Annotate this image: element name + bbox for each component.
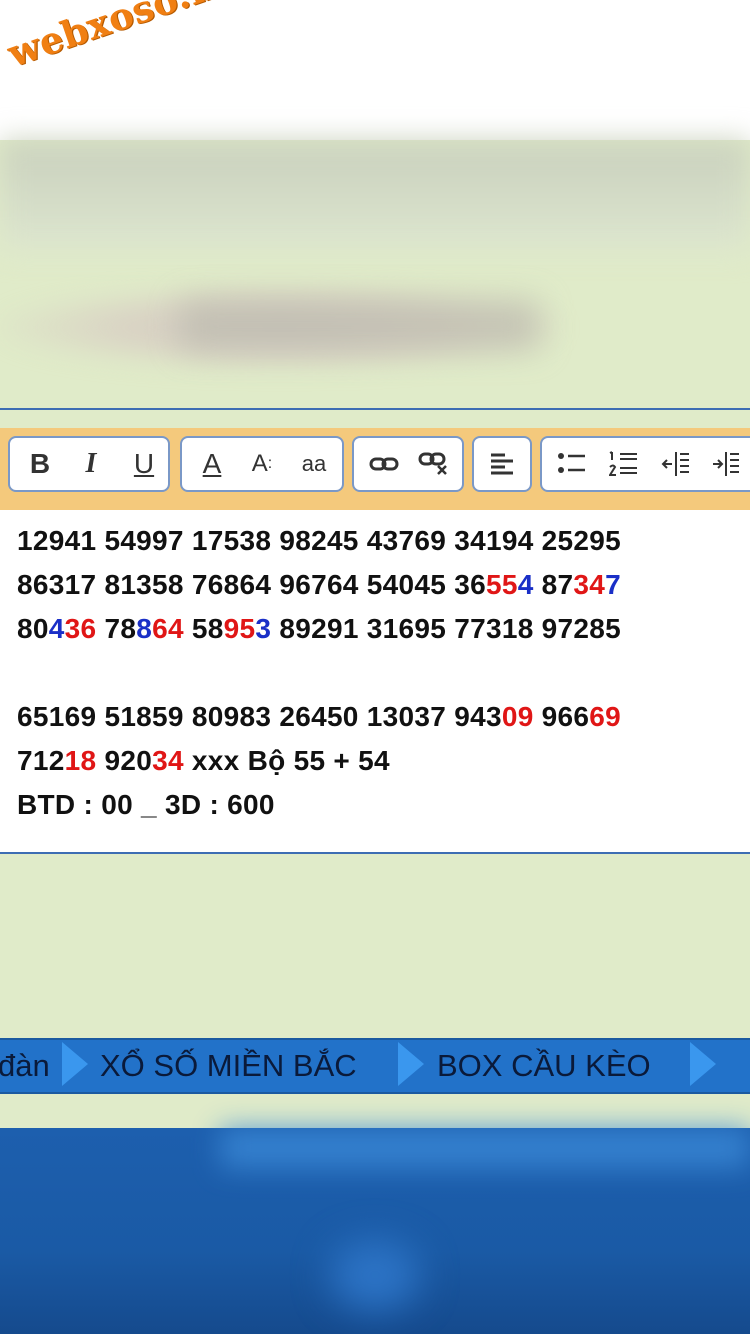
editor-text-segment: 95: [223, 613, 256, 644]
bulleted-list-icon: [558, 453, 585, 473]
indent-button[interactable]: [706, 438, 746, 490]
indent-icon: [713, 452, 739, 476]
nav-arrow-icon: [62, 1042, 88, 1086]
editor-line: 71218 92034 xxx Bộ 55 + 54: [17, 745, 390, 777]
editor-text-segment: 64: [152, 613, 184, 644]
editor-text-segment: 09: [501, 701, 534, 732]
align-left-icon: [491, 453, 513, 475]
editor-line: 65169 51859 80983 26450 13037 94309 9666…: [17, 701, 621, 733]
outdent-button[interactable]: [656, 438, 696, 490]
editor-text-segment: 78: [96, 613, 137, 644]
editor-text-segment: 89291 31695 77318 97285: [271, 613, 622, 644]
editor-text-segment: 8: [136, 613, 153, 644]
link-icon: [369, 457, 399, 471]
editor-line: 12941 54997 17538 98245 43769 34194 2529…: [17, 525, 621, 557]
nav-item-xo-so-mien-bac[interactable]: XỔ SỐ MIỀN BẮC: [100, 1048, 357, 1084]
blurred-user-info-detail: [180, 300, 540, 350]
nav-item-box-cau-keo[interactable]: BOX CẦU KÈO: [437, 1048, 651, 1084]
font-size-button[interactable]: A:: [244, 438, 280, 490]
nav-item-partial[interactable]: đàn: [0, 1048, 50, 1084]
editor-text-segment: 4: [48, 613, 65, 644]
font-group: A A: aa: [180, 436, 344, 492]
editor-text-segment: 920: [96, 745, 153, 776]
list-group: [540, 436, 750, 492]
editor-text-segment: 4: [517, 569, 534, 600]
align-group: [472, 436, 532, 492]
editor-text-segment: 966: [533, 701, 590, 732]
blurred-footer-glow: [330, 1240, 420, 1310]
blurred-footer-highlight: [220, 1128, 750, 1168]
outdent-icon: [661, 452, 689, 476]
link-button[interactable]: [364, 438, 404, 490]
font-face-button[interactable]: aa: [294, 438, 334, 490]
editor-text-segment: 34: [152, 745, 184, 776]
editor-text-segment: xxx Bộ 55 + 54: [183, 745, 390, 776]
blurred-title-bar: [0, 140, 750, 250]
editor-text-segment: 712: [17, 745, 65, 776]
editor-border: [0, 408, 750, 410]
bulleted-list-button[interactable]: [552, 438, 592, 490]
unlink-button[interactable]: [414, 438, 454, 490]
link-group: [352, 436, 464, 492]
unlink-icon: [418, 452, 447, 475]
bold-button[interactable]: B: [22, 438, 58, 490]
format-group: B I U: [8, 436, 170, 492]
forum-nav-bar: đàn XỔ SỐ MIỀN BẮC BOX CẦU KÈO: [0, 1038, 750, 1094]
editor-text-segment: 69: [589, 701, 622, 732]
editor-text-segment: 80: [17, 613, 49, 644]
numbered-list-icon: [609, 451, 637, 476]
nav-arrow-icon: [690, 1042, 716, 1086]
font-color-button[interactable]: A: [194, 438, 230, 490]
editor-text-segment: BTD : 00 _ 3D : 600: [17, 789, 275, 820]
editor-toolbar: B I U A A: aa: [0, 428, 750, 512]
rich-text-editor[interactable]: B I U A A: aa 12941 54997 17538 98245 43…: [0, 408, 750, 854]
editor-text-segment: 55: [485, 569, 518, 600]
editor-line: 80436 78864 58953 89291 31695 77318 9728…: [17, 613, 621, 645]
nav-arrow-icon: [398, 1042, 424, 1086]
editor-text-segment: 12941 54997 17538 98245 43769 34194 2529…: [17, 525, 622, 556]
editor-text-segment: 7: [605, 569, 622, 600]
numbered-list-button[interactable]: [604, 438, 644, 490]
editor-text-segment: 36: [64, 613, 97, 644]
font-size-label: A: [251, 450, 268, 477]
editor-text-segment: 18: [64, 745, 97, 776]
italic-button[interactable]: I: [73, 438, 109, 490]
editor-line: 86317 81358 76864 96764 54045 36554 8734…: [17, 569, 621, 601]
editor-text-segment: 86317 81358 76864 96764 54045 36: [17, 569, 486, 600]
editor-text-segment: 58: [183, 613, 224, 644]
editor-line: BTD : 00 _ 3D : 600: [17, 789, 275, 821]
editor-content[interactable]: 12941 54997 17538 98245 43769 34194 2529…: [0, 510, 750, 854]
editor-text-segment: 34: [573, 569, 606, 600]
align-left-button[interactable]: [480, 438, 524, 490]
editor-text-segment: 3: [255, 613, 272, 644]
editor-text-segment: 87: [533, 569, 574, 600]
underline-button[interactable]: U: [126, 438, 162, 490]
font-size-dots: :: [267, 455, 273, 472]
editor-text-segment: 65169 51859 80983 26450 13037 943: [17, 701, 502, 732]
